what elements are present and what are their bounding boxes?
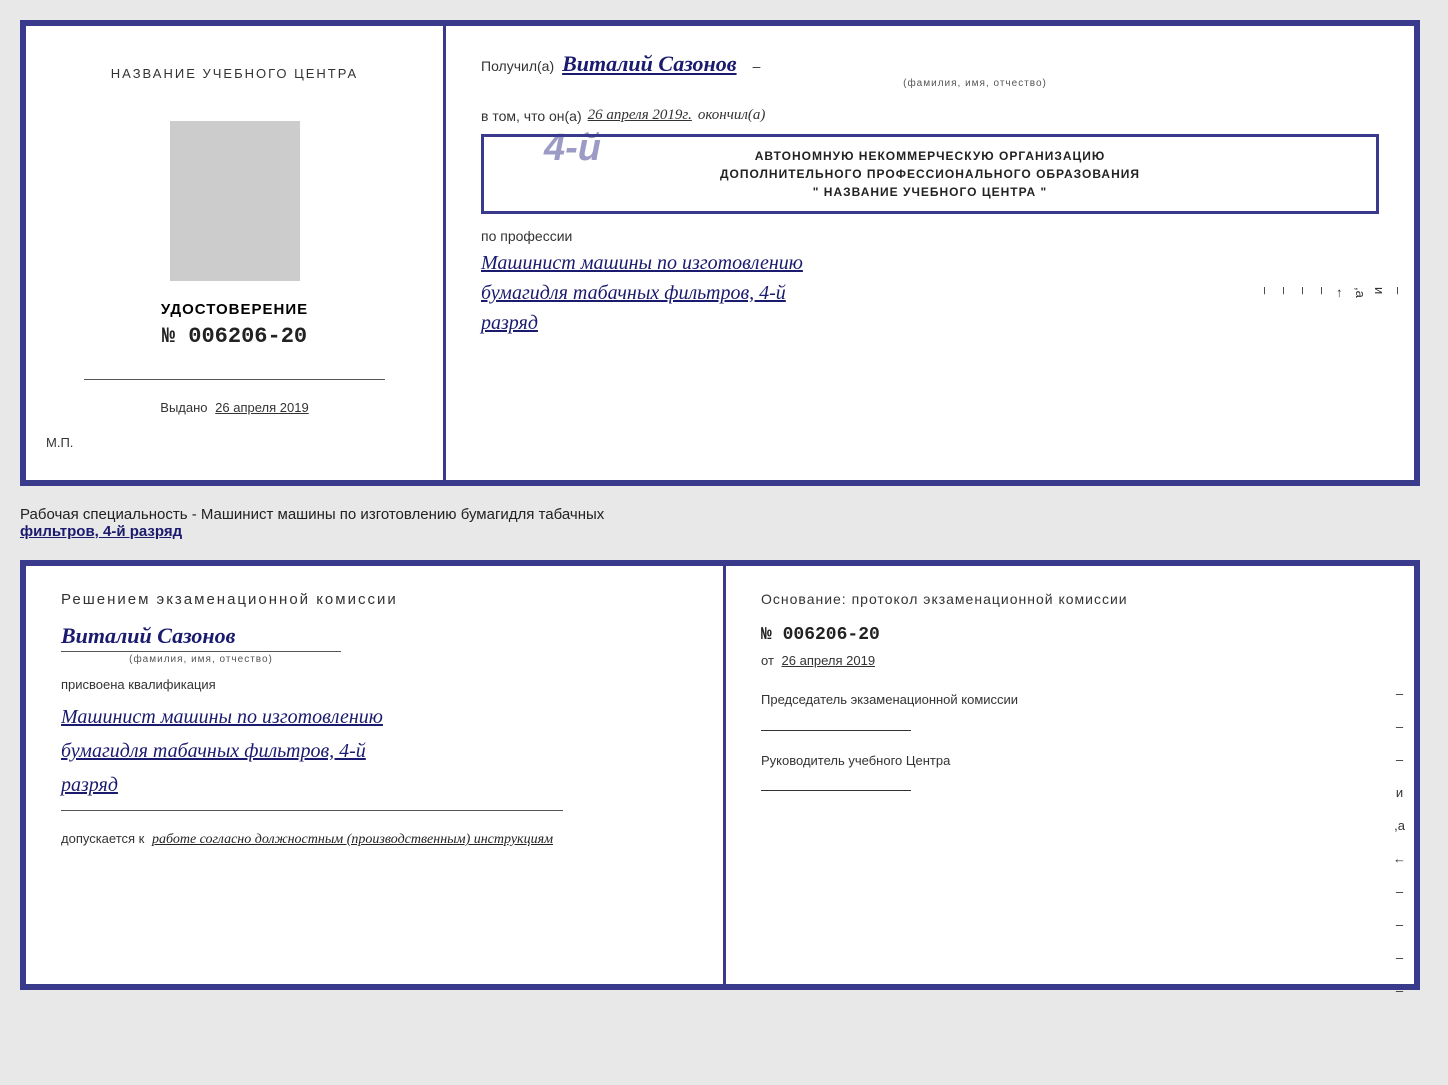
poluchil-row: Получил(а) Виталий Сазонов – [481, 51, 1379, 78]
prisvoena-line: присвоена квалификация [61, 677, 688, 692]
predsedatel-signature-line [761, 730, 911, 731]
qual-line2: бумагидля табачных фильтров, 4-й [61, 734, 688, 768]
top-document: НАЗВАНИЕ УЧЕБНОГО ЦЕНТРА УДОСТОВЕРЕНИЕ №… [20, 20, 1420, 486]
bottom-fio-label: (фамилия, имя, отчество) [61, 651, 341, 665]
page-wrapper: НАЗВАНИЕ УЧЕБНОГО ЦЕНТРА УДОСТОВЕРЕНИЕ №… [20, 20, 1428, 990]
predsedatel-block: Председатель экзаменационной комиссии [761, 690, 1379, 731]
osnovanie-title: Основание: протокол экзаменационной коми… [761, 591, 1379, 607]
profession-line2: бумагидля табачных фильтров, 4-й [481, 278, 1379, 308]
stamp-block: 4-й АВТОНОМНУЮ НЕКОММЕРЧЕСКУЮ ОРГАНИЗАЦИ… [481, 134, 1379, 214]
rukovoditel-block: Руководитель учебного Центра [761, 751, 1379, 792]
bottom-document: Решением экзаменационной комиссии Витали… [20, 560, 1420, 990]
date-handwritten: 26 апреля 2019г. [588, 107, 692, 124]
udostoverenie-title: УДОСТОВЕРЕНИЕ [161, 301, 308, 318]
stamp-line1: АВТОНОМНУЮ НЕКОММЕРЧЕСКУЮ ОРГАНИЗАЦИЮ [499, 147, 1361, 165]
profession-line3: разряд [481, 308, 1379, 338]
middle-text-main: Рабочая специальность - Машинист машины … [20, 506, 604, 523]
bottom-right: Основание: протокол экзаменационной коми… [726, 566, 1414, 984]
profession-line1: Машинист машины по изготовлению [481, 248, 1379, 278]
dopuskaetsya-line: допускается к работе согласно должностны… [61, 831, 688, 848]
rukovoditel-label: Руководитель учебного Центра [761, 751, 1379, 771]
okoncil: окончил(а) [698, 107, 766, 124]
rukovoditel-signature-line [761, 790, 911, 791]
dopuskaetsya-prefix: допускается к [61, 831, 144, 846]
resheniem-title: Решением экзаменационной комиссии [61, 591, 688, 608]
middle-text-underlined: фильтров, 4-й разряд [20, 523, 182, 540]
vydano-label: Выдано [160, 400, 207, 415]
stamp-line3: " НАЗВАНИЕ УЧЕБНОГО ЦЕНТРА " [499, 183, 1361, 201]
qual-line3: разряд [61, 768, 688, 802]
name-handwritten: Виталий Сазонов [562, 51, 736, 77]
right-letters-top: – и ,а ← – – – – [1258, 287, 1406, 300]
middle-text: Рабочая специальность - Машинист машины … [20, 498, 1420, 548]
poprofessii-line: по профессии [481, 228, 1379, 244]
udostoverenie-number: № 006206-20 [162, 324, 307, 349]
fio-label: (фамилия, имя, отчество) [571, 78, 1379, 89]
right-letters-bottom: – – – и ,а ← – – – – [1393, 686, 1406, 998]
bottom-name-handwritten: Виталий Сазонов [61, 623, 688, 649]
vydano-date: 26 апреля 2019 [215, 400, 309, 415]
dopuskaetsya-value: работе согласно должностным (производств… [152, 832, 553, 847]
heading-title: НАЗВАНИЕ УЧЕБНОГО ЦЕНТРА [111, 66, 358, 81]
vtom-prefix: в том, что он(а) [481, 108, 582, 124]
doc-left: НАЗВАНИЕ УЧЕБНОГО ЦЕНТРА УДОСТОВЕРЕНИЕ №… [26, 26, 446, 480]
protocol-number: № 006206-20 [761, 625, 1379, 645]
qual-line1: Машинист машины по изготовлению [61, 700, 688, 734]
doc-right: Получил(а) Виталий Сазонов – (фамилия, и… [446, 26, 1414, 480]
ot-prefix: от [761, 653, 774, 668]
ot-date: 26 апреля 2019 [782, 653, 876, 668]
mp-label: М.П. [46, 435, 73, 450]
ot-line: от 26 апреля 2019 [761, 653, 1379, 668]
stamp-line2: ДОПОЛНИТЕЛЬНОГО ПРОФЕССИОНАЛЬНОГО ОБРАЗО… [499, 165, 1361, 183]
predsedatel-label: Председатель экзаменационной комиссии [761, 690, 1379, 710]
vydano-line: Выдано 26 апреля 2019 [160, 400, 308, 415]
vtom-line: в том, что он(а) 26 апреля 2019г. окончи… [481, 107, 1379, 124]
poluchil-prefix: Получил(а) [481, 58, 554, 74]
photo-placeholder [170, 121, 300, 281]
bottom-left: Решением экзаменационной комиссии Витали… [26, 566, 726, 984]
